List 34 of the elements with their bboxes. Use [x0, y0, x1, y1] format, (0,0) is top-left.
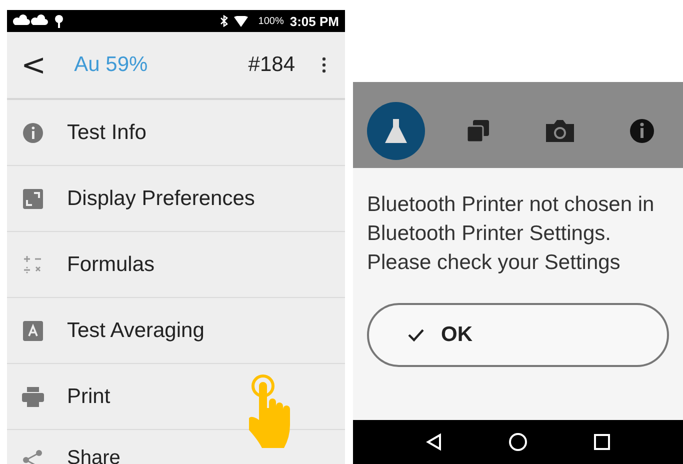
- back-button[interactable]: <: [15, 48, 52, 82]
- info-icon: [629, 118, 655, 144]
- printer-icon: [21, 386, 45, 408]
- more-menu-icon[interactable]: [321, 57, 327, 73]
- menu-label: Test Averaging: [67, 318, 204, 342]
- menu-item[interactable]: Formulas: [7, 232, 345, 298]
- test-number: #184: [248, 53, 295, 77]
- dialog-message: Bluetooth Printer not chosen in Bluetooth Printer Settings. Please check your Settings: [367, 192, 656, 276]
- menu-item[interactable]: Test Averaging: [7, 298, 345, 364]
- flask-icon: [383, 117, 409, 145]
- menu-label: Display Preferences: [67, 186, 255, 210]
- menu-label: Test Info: [67, 120, 146, 144]
- menu-label: Print: [67, 384, 110, 408]
- copy-icon: [465, 118, 491, 144]
- menu-label: Formulas: [67, 252, 155, 276]
- menu-label: Share: [67, 447, 120, 464]
- menu-item[interactable]: Share: [7, 430, 345, 464]
- bluetooth-icon: [220, 15, 228, 27]
- battery-text: 100%: [258, 16, 284, 26]
- info-icon: [21, 122, 45, 144]
- clock: 3:05 PM: [290, 14, 339, 28]
- share-icon: [21, 448, 45, 464]
- home-circle-icon[interactable]: [508, 432, 528, 452]
- ok-button[interactable]: OK: [367, 303, 669, 367]
- app-title: Au 59%: [74, 53, 148, 77]
- letter-a-icon: [21, 320, 45, 342]
- recents-square-icon[interactable]: [592, 433, 611, 451]
- resize-icon: [21, 188, 45, 210]
- camera-icon: [544, 118, 576, 144]
- back-triangle-icon[interactable]: [425, 433, 444, 451]
- wifi-icon: [234, 16, 248, 26]
- check-icon: [407, 328, 425, 342]
- menu-item[interactable]: Test Info: [7, 100, 345, 166]
- menu-item[interactable]: Display Preferences: [7, 166, 345, 232]
